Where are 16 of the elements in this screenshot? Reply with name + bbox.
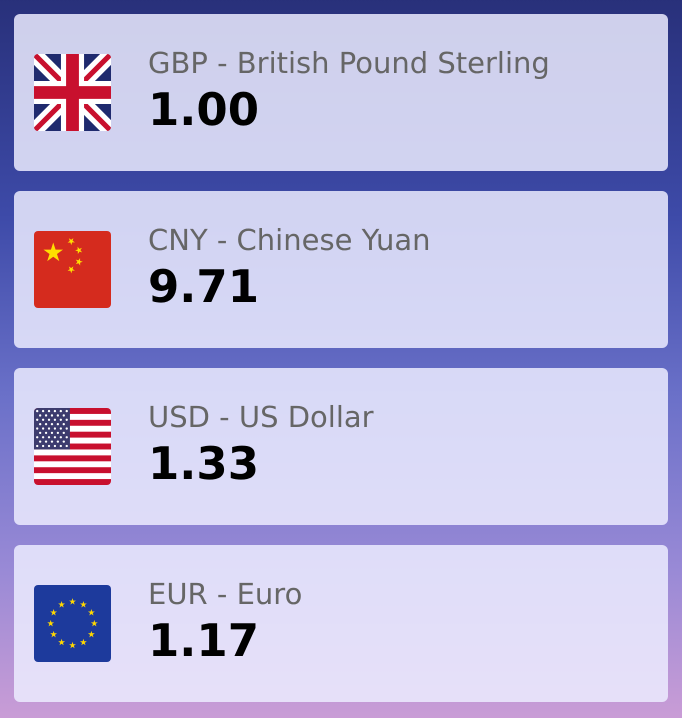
currency-card[interactable]: EUR - Euro 1.17 [14, 545, 668, 702]
exchange-rate: 9.71 [148, 260, 260, 314]
currency-name: USD - US Dollar [148, 398, 374, 434]
currency-card[interactable]: GBP - British Pound Sterling 1.00 [14, 14, 668, 171]
exchange-rate: 1.17 [148, 614, 260, 668]
flag-icon [34, 585, 111, 662]
currency-card[interactable]: USD - US Dollar 1.33 [14, 368, 668, 525]
currency-name: CNY - Chinese Yuan [148, 222, 431, 258]
exchange-rate: 1.33 [148, 436, 260, 490]
flag-icon [34, 408, 111, 485]
flag-icon [34, 231, 111, 308]
currency-card[interactable]: CNY - Chinese Yuan 9.71 [14, 191, 668, 348]
exchange-rate: 1.00 [148, 82, 260, 136]
currency-name: GBP - British Pound Sterling [148, 44, 550, 80]
currency-name: EUR - Euro [148, 576, 302, 612]
flag-icon [34, 54, 111, 131]
